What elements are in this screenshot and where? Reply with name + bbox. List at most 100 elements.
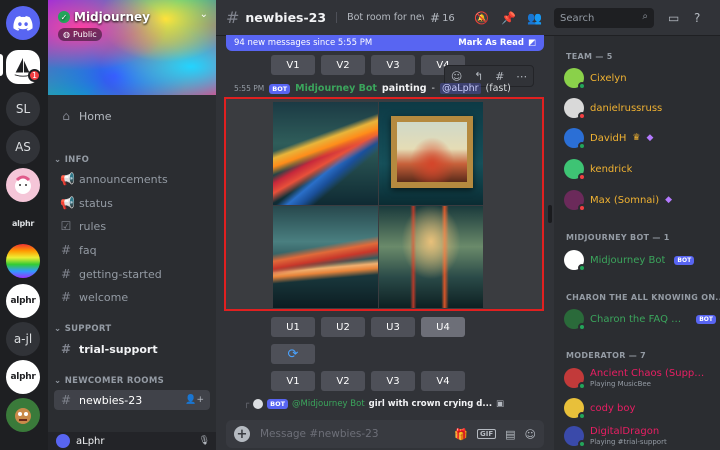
- v2-button[interactable]: V2: [321, 371, 365, 391]
- u3-button[interactable]: U3: [371, 317, 415, 337]
- channel-faq[interactable]: # faq: [54, 240, 210, 260]
- v1-button[interactable]: V1: [271, 371, 315, 391]
- server-icon-rainbow[interactable]: [6, 244, 40, 278]
- sticker-icon[interactable]: ▤: [505, 428, 515, 441]
- channel-label: getting-started: [79, 267, 162, 281]
- new-messages-bar[interactable]: 94 new messages since 5:55 PM Mark As Re…: [226, 35, 544, 51]
- member-name: danielrussruss: [590, 102, 663, 114]
- v2-button[interactable]: V2: [321, 55, 365, 75]
- member-item[interactable]: Charon the FAQ Bot BOT: [564, 307, 716, 331]
- channel-label: faq: [79, 243, 97, 257]
- mute-bell-icon[interactable]: 🔕: [474, 11, 489, 25]
- more-options-icon[interactable]: ⋯: [516, 70, 527, 83]
- channel-newbies-23[interactable]: # newbies-23 👤+: [54, 390, 210, 410]
- mark-as-read-button[interactable]: Mark As Read: [458, 38, 524, 48]
- create-thread-icon[interactable]: #: [495, 70, 504, 83]
- help-icon[interactable]: ?: [694, 11, 700, 25]
- hash-icon: #: [60, 267, 72, 281]
- message-input[interactable]: Message #newbies-23: [260, 428, 379, 440]
- generated-image-3[interactable]: [273, 205, 378, 308]
- category-newcomer-rooms[interactable]: ⌄ NEWCOMER ROOMS: [54, 376, 164, 386]
- v3-button[interactable]: V3: [371, 371, 415, 391]
- bot-badge: BOT: [269, 83, 291, 94]
- add-reaction-icon[interactable]: ☺: [451, 70, 462, 83]
- member-list: TEAM — 5 Cixelyn danielrussruss DavidH ♛…: [554, 36, 720, 450]
- member-item[interactable]: kendrick: [564, 157, 716, 181]
- server-icon-creature[interactable]: [6, 398, 40, 432]
- avatar: [564, 398, 586, 420]
- server-icon-as[interactable]: AS: [6, 130, 40, 164]
- inbox-icon[interactable]: ▭: [668, 11, 679, 25]
- reply-icon[interactable]: ↰: [474, 70, 483, 83]
- chat-scrollbar[interactable]: [548, 205, 552, 223]
- reroll-button[interactable]: ⟳: [271, 344, 315, 364]
- server-name[interactable]: ✓ Midjourney: [58, 10, 150, 24]
- nitro-boost-icon: ◆: [665, 195, 673, 205]
- member-activity: Playing MusicBee: [590, 379, 651, 388]
- server-mention-badge: 1: [28, 69, 41, 82]
- channel-trial-support[interactable]: # trial-support: [54, 339, 210, 359]
- member-name: Ancient Chaos (Suppo...: [590, 368, 708, 380]
- mic-icon[interactable]: 🎙: [199, 436, 210, 446]
- attach-plus-icon[interactable]: +: [234, 426, 250, 442]
- member-item[interactable]: danielrussruss: [564, 96, 716, 120]
- invite-user-icon[interactable]: 👤+: [185, 395, 204, 405]
- message-header: 5:55 PM BOT Midjourney Bot painting - @a…: [234, 83, 511, 94]
- v3-button[interactable]: V3: [371, 55, 415, 75]
- server-icon-alphr-1[interactable]: alphr: [6, 206, 40, 240]
- generated-image-4[interactable]: [378, 205, 483, 308]
- emoji-icon[interactable]: ☺: [525, 428, 536, 441]
- generated-image-1[interactable]: [273, 102, 378, 205]
- search-input[interactable]: Search ⌕: [554, 8, 654, 28]
- u2-button[interactable]: U2: [321, 317, 365, 337]
- discord-home-icon[interactable]: [6, 6, 40, 40]
- megaphone-icon: 📢: [60, 172, 75, 186]
- v4-button[interactable]: V4: [421, 371, 465, 391]
- server-icon-alphr-3[interactable]: alphr: [6, 360, 40, 394]
- variation-button-row-top: V1 V2 V3 V4: [271, 55, 465, 75]
- gift-icon[interactable]: 🎁: [454, 428, 468, 441]
- members-list-icon[interactable]: 👥: [527, 11, 542, 25]
- channel-getting-started[interactable]: # getting-started: [54, 264, 210, 284]
- pin-icon[interactable]: 📌: [501, 11, 516, 25]
- channel-rules[interactable]: ☑ rules: [54, 216, 210, 236]
- server-icon-pink-character[interactable]: [6, 168, 40, 202]
- member-item[interactable]: Midjourney Bot BOT: [564, 248, 716, 272]
- channel-topic[interactable]: Bot room for new u...: [336, 12, 424, 23]
- v1-button[interactable]: V1: [271, 55, 315, 75]
- u1-button[interactable]: U1: [271, 317, 315, 337]
- member-item[interactable]: Max (Somnai) ◆: [564, 188, 716, 212]
- member-item[interactable]: Ancient Chaos (Suppo... Playing MusicBee: [564, 366, 716, 390]
- user-mention[interactable]: @aLphr: [439, 83, 481, 94]
- server-label: alphr: [10, 296, 36, 306]
- member-item[interactable]: DavidH ♛ ◆: [564, 126, 716, 150]
- member-item[interactable]: DigitalDragon Playing #trial-support: [564, 424, 716, 448]
- member-item[interactable]: Cixelyn: [564, 66, 716, 90]
- reply-line-icon: ┌: [244, 399, 250, 409]
- server-icon-alphr-2[interactable]: alphr: [6, 284, 40, 318]
- gif-icon[interactable]: GIF: [476, 429, 497, 439]
- message-timestamp: 5:55 PM: [234, 84, 265, 93]
- server-icon-sl[interactable]: SL: [6, 92, 40, 126]
- image-grid[interactable]: [273, 102, 483, 308]
- member-info: Ancient Chaos (Suppo... Playing MusicBee: [590, 368, 708, 388]
- u4-button[interactable]: U4: [421, 317, 465, 337]
- home-item[interactable]: ⌂ Home: [54, 106, 210, 126]
- threads-icon[interactable]: #16: [430, 11, 455, 25]
- channel-welcome[interactable]: # welcome: [54, 287, 210, 307]
- category-info[interactable]: ⌄ INFO: [54, 155, 89, 165]
- avatar[interactable]: [56, 434, 70, 448]
- channel-status[interactable]: 📢 status: [54, 193, 210, 213]
- avatar[interactable]: [253, 399, 264, 409]
- chevron-down-icon[interactable]: ⌄: [200, 9, 208, 20]
- online-status-icon: [578, 412, 586, 420]
- member-item[interactable]: cody boy: [564, 396, 716, 420]
- message-author[interactable]: Midjourney Bot: [295, 83, 377, 94]
- category-support[interactable]: ⌄ SUPPORT: [54, 324, 111, 334]
- generated-image-2[interactable]: [378, 102, 483, 205]
- channel-announcements[interactable]: 📢 announcements: [54, 169, 210, 189]
- discord-window: 1 SL AS alphr alphr a-jl alphr ✓ Midjour…: [0, 0, 720, 450]
- reply-author[interactable]: @Midjourney Bot: [292, 399, 365, 409]
- message-composer[interactable]: + Message #newbies-23 🎁 GIF ▤ ☺: [226, 420, 544, 448]
- server-icon-a-jl[interactable]: a-jl: [6, 322, 40, 356]
